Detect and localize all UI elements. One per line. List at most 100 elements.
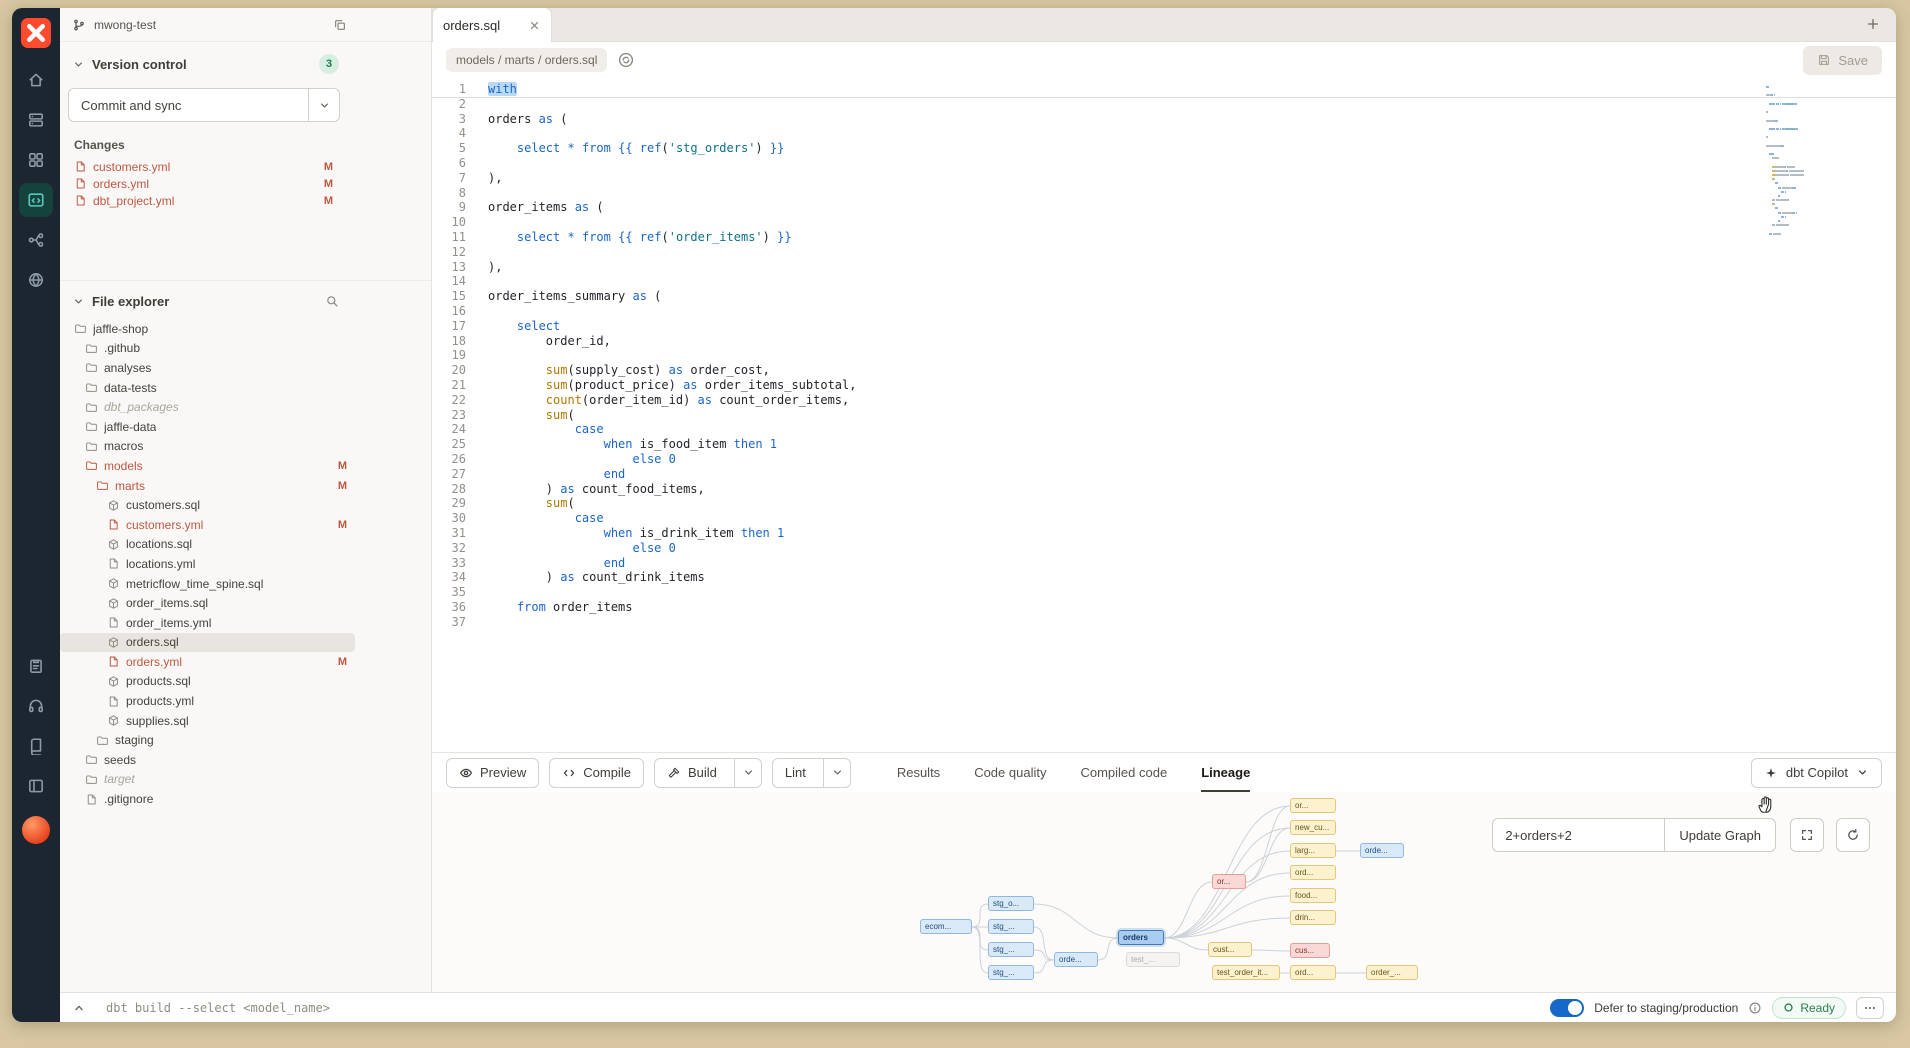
collapse-command-bar-button[interactable] [72,1001,86,1015]
tab-lineage[interactable]: Lineage [1201,753,1250,792]
dbt-logo[interactable] [21,18,51,48]
lineage-node-stg_[interactable]: stg_... [988,942,1034,957]
lineage-node-orde[interactable]: orde... [1360,843,1404,858]
changes-count-badge: 3 [319,54,339,74]
lineage-node-stg_[interactable]: stg_... [988,965,1034,980]
tree-item-order_items.sql[interactable]: order_items.sql [60,593,355,613]
tab-code-quality[interactable]: Code quality [974,753,1046,792]
lineage-node-cust[interactable]: cust... [1208,942,1252,957]
changed-file-orders.yml[interactable]: orders.ymlM [60,175,431,192]
code-editor[interactable]: 1234567891011121314151617181920212223242… [432,78,1896,752]
lineage-node-or[interactable]: or... [1290,798,1336,813]
tree-item-label: order_items.sql [126,596,208,610]
tree-item-locations.sql[interactable]: locations.sql [60,535,355,555]
lineage-node-new_cu[interactable]: new_cu... [1290,820,1336,835]
lineage-node-larg[interactable]: larg... [1290,843,1336,858]
tree-item-customers.yml[interactable]: customers.ymlM [60,515,355,535]
lint-button[interactable]: Lint [772,758,851,788]
defer-toggle[interactable] [1550,999,1584,1017]
lineage-node-orde[interactable]: orde... [1054,952,1098,967]
tree-item-products.sql[interactable]: products.sql [60,672,355,692]
lineage-node-cus[interactable]: cus... [1290,943,1330,958]
tree-item-orders.sql[interactable]: orders.sql [60,633,355,653]
save-button[interactable]: Save [1803,46,1882,75]
tree-item-orders.yml[interactable]: orders.ymlM [60,652,355,672]
user-avatar[interactable] [22,816,50,844]
command-input[interactable]: dbt build --select <model_name> [96,1001,330,1015]
dbt-copilot-button[interactable]: dbt Copilot [1751,758,1882,788]
commit-and-sync-button[interactable]: Commit and sync [68,88,340,122]
compile-button[interactable]: Compile [549,758,644,788]
tree-item-staging[interactable]: staging [60,730,355,750]
lineage-node-stg_o[interactable]: stg_o... [988,896,1034,911]
lineage-node-orders[interactable]: orders [1118,930,1164,945]
lineage-node-or[interactable]: or... [1212,874,1246,889]
tab-results[interactable]: Results [897,753,940,792]
tree-item-data-tests[interactable]: data-tests [60,378,355,398]
rail-grid-button[interactable] [19,143,53,177]
update-graph-button[interactable]: Update Graph [1664,818,1776,852]
lineage-node-test_order_it[interactable]: test_order_it... [1212,965,1280,980]
rail-dag-button[interactable] [19,223,53,257]
commit-dropdown-button[interactable] [309,99,339,112]
search-icon[interactable] [325,294,339,308]
lineage-node-test_[interactable]: test_... [1126,952,1180,967]
new-tab-plus-icon[interactable] [1866,17,1880,31]
rail-home-button[interactable] [19,63,53,97]
lineage-node-ord[interactable]: ord... [1290,865,1336,880]
more-options-button[interactable] [1856,997,1884,1019]
tree-item-.github[interactable]: .github [60,339,355,359]
fullscreen-button[interactable] [1790,818,1824,852]
lineage-node-food[interactable]: food... [1290,888,1336,903]
rail-ide-button[interactable] [19,183,53,217]
info-icon[interactable] [1748,1001,1762,1015]
close-icon[interactable] [528,19,541,32]
file-explorer-header[interactable]: File explorer [60,289,431,313]
tree-item-customers.sql[interactable]: customers.sql [60,495,355,515]
copy-icon[interactable] [333,18,347,32]
tree-item-jaffle-data[interactable]: jaffle-data [60,417,355,437]
rail-panel-button[interactable] [19,769,53,803]
tree-item-label: orders.sql [126,635,179,649]
tree-item-marts[interactable]: martsM [60,476,355,496]
tree-item-products.yml[interactable]: products.yml [60,691,355,711]
tab-orders-sql[interactable]: orders.sql [432,8,552,42]
tree-item-supplies.sql[interactable]: supplies.sql [60,711,355,731]
lint-dropdown[interactable] [831,766,844,779]
lineage-node-drin[interactable]: drin... [1290,910,1336,925]
tree-item-order_items.yml[interactable]: order_items.yml [60,613,355,633]
tree-item-analyses[interactable]: analyses [60,358,355,378]
tab-compiled-code[interactable]: Compiled code [1080,753,1167,792]
preview-button[interactable]: Preview [446,758,539,788]
build-dropdown[interactable] [742,766,755,779]
version-control-header[interactable]: Version control 3 [60,52,431,76]
tree-item-.gitignore[interactable]: .gitignore [60,789,355,809]
tree-item-dbt_packages[interactable]: dbt_packages [60,397,355,417]
rail-server-button[interactable] [19,103,53,137]
lineage-node-ord[interactable]: ord... [1290,965,1336,980]
tree-item-seeds[interactable]: seeds [60,750,355,770]
rail-headset-button[interactable] [19,689,53,723]
tree-item-label: jaffle-shop [93,322,148,336]
lineage-node-stg_[interactable]: stg_... [988,919,1034,934]
changed-file-dbt_project.yml[interactable]: dbt_project.ymlM [60,192,431,209]
lineage-selector-input[interactable] [1492,818,1664,852]
code-line-12 [488,245,1896,260]
lineage-node-ecom[interactable]: ecom... [920,919,972,934]
changed-file-customers.yml[interactable]: customers.ymlM [60,158,431,175]
tree-item-jaffle-shop[interactable]: jaffle-shop [60,319,355,339]
build-button[interactable]: Build [654,758,762,788]
tree-item-macros[interactable]: macros [60,437,355,457]
file-sync-icon[interactable] [617,51,635,69]
refresh-graph-button[interactable] [1836,818,1870,852]
tree-item-metricflow_time_spine.sql[interactable]: metricflow_time_spine.sql [60,574,355,594]
minimap[interactable] [1766,86,1834,241]
rail-clipboard-button[interactable] [19,649,53,683]
tree-item-target[interactable]: target [60,770,355,790]
doc-file-icon [107,518,120,531]
tree-item-locations.yml[interactable]: locations.yml [60,554,355,574]
rail-globe-button[interactable] [19,263,53,297]
lineage-node-order_[interactable]: order_... [1366,965,1418,980]
tree-item-models[interactable]: modelsM [60,456,355,476]
rail-book-button[interactable] [19,729,53,763]
